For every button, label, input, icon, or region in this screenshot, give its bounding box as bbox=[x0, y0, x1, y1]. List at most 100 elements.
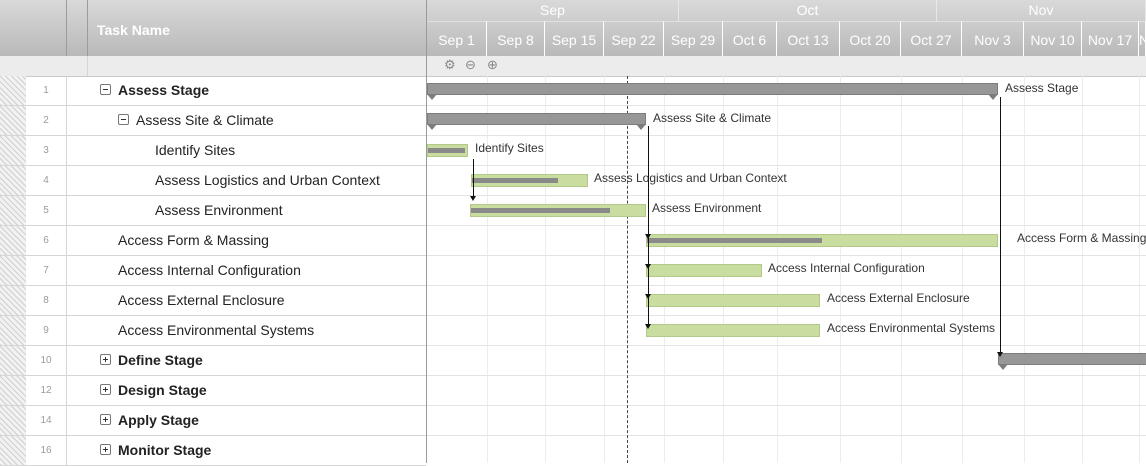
bar-label: Assess Environment bbox=[652, 201, 762, 215]
row-number: 8 bbox=[26, 286, 67, 315]
progress-fill bbox=[472, 178, 559, 183]
summary-bar[interactable] bbox=[998, 353, 1146, 370]
week-header: Sep 22 bbox=[604, 21, 664, 56]
task-name[interactable]: Apply Stage bbox=[118, 406, 199, 435]
task-name[interactable]: Assess Stage bbox=[118, 76, 209, 105]
task-bar[interactable] bbox=[646, 264, 762, 277]
row-drag-handle[interactable] bbox=[0, 226, 26, 255]
gear-icon[interactable]: ⚙ bbox=[444, 57, 456, 73]
month-header: Oct bbox=[679, 0, 937, 21]
row-number: 7 bbox=[26, 256, 67, 285]
bar-label: Assess Site & Climate bbox=[653, 111, 772, 125]
row-gridline bbox=[427, 405, 1146, 406]
row-drag-handle[interactable] bbox=[0, 316, 26, 345]
row-gridline bbox=[427, 285, 1146, 286]
dependency-link bbox=[648, 296, 649, 326]
today-marker bbox=[627, 76, 628, 463]
task-row[interactable]: 4 Assess Logistics and Urban Context bbox=[0, 166, 426, 196]
task-row[interactable]: 3 Identify Sites bbox=[0, 136, 426, 166]
task-name[interactable]: Access External Enclosure bbox=[118, 286, 285, 315]
task-name[interactable]: Identify Sites bbox=[155, 136, 235, 165]
task-row[interactable]: 10 Define Stage bbox=[0, 346, 426, 376]
bar-label: Identify Sites bbox=[475, 141, 544, 155]
task-row[interactable]: 7 Access Internal Configuration bbox=[0, 256, 426, 286]
row-drag-handle[interactable] bbox=[0, 346, 26, 375]
task-name[interactable]: Access Environmental Systems bbox=[118, 316, 314, 345]
progress-fill bbox=[428, 148, 466, 153]
progress-fill bbox=[647, 238, 822, 243]
week-header: Oct 6 bbox=[723, 21, 777, 56]
bar-label: Access Environmental Systems bbox=[827, 321, 996, 335]
row-gridline bbox=[427, 135, 1146, 136]
task-bar[interactable] bbox=[646, 294, 820, 307]
bar-label: Access External Enclosure bbox=[827, 291, 970, 305]
collapse-icon[interactable] bbox=[118, 114, 129, 125]
row-drag-handle[interactable] bbox=[0, 166, 26, 195]
task-row[interactable]: 5 Assess Environment bbox=[0, 196, 426, 226]
expand-icon[interactable] bbox=[100, 414, 111, 425]
task-name[interactable]: Assess Site & Climate bbox=[136, 106, 274, 135]
dependency-arrow bbox=[470, 196, 476, 201]
task-name[interactable]: Assess Logistics and Urban Context bbox=[155, 166, 380, 195]
row-number: 4 bbox=[26, 166, 67, 195]
row-gridline bbox=[427, 375, 1146, 376]
zoom-in-icon[interactable]: ⊕ bbox=[487, 57, 498, 73]
expand-icon[interactable] bbox=[100, 444, 111, 455]
task-row[interactable]: 6 Access Form & Massing bbox=[0, 226, 426, 256]
summary-bar[interactable] bbox=[427, 113, 646, 130]
row-drag-handle[interactable] bbox=[0, 436, 26, 465]
task-bar[interactable] bbox=[427, 144, 468, 157]
row-drag-handle[interactable] bbox=[0, 406, 26, 435]
task-name[interactable]: Assess Environment bbox=[155, 196, 283, 225]
week-header: Sep 1 bbox=[427, 21, 487, 56]
row-gridline bbox=[427, 195, 1146, 196]
zoom-out-icon[interactable]: ⊖ bbox=[465, 57, 476, 73]
row-drag-handle[interactable] bbox=[0, 106, 26, 135]
summary-bar[interactable] bbox=[427, 83, 998, 100]
week-header: N bbox=[1139, 21, 1146, 56]
task-row[interactable]: 2 Assess Site & Climate bbox=[0, 106, 426, 136]
week-header: Sep 8 bbox=[487, 21, 545, 56]
task-row[interactable]: 1 Assess Stage bbox=[0, 76, 426, 106]
timeline-header: Sep Oct Nov Sep 1 Sep 8 Sep 15 Sep 22 Sep 29 Oct… bbox=[427, 0, 1146, 56]
task-name[interactable]: Monitor Stage bbox=[118, 436, 211, 465]
task-name[interactable]: Access Internal Configuration bbox=[118, 256, 301, 285]
row-drag-handle[interactable] bbox=[0, 136, 26, 165]
expand-icon[interactable] bbox=[100, 384, 111, 395]
collapse-icon[interactable] bbox=[100, 84, 111, 95]
row-drag-handle[interactable] bbox=[0, 76, 26, 105]
dependency-arrow bbox=[645, 324, 651, 329]
task-name[interactable]: Design Stage bbox=[118, 376, 207, 405]
task-name-column-header[interactable]: Task Name bbox=[97, 22, 170, 38]
expand-icon[interactable] bbox=[100, 354, 111, 365]
week-header: Oct 27 bbox=[901, 21, 962, 56]
task-row[interactable]: 9 Access Environmental Systems bbox=[0, 316, 426, 346]
dependency-link bbox=[648, 126, 649, 236]
task-bar[interactable] bbox=[470, 204, 646, 217]
task-row[interactable]: 8 Access External Enclosure bbox=[0, 286, 426, 316]
task-row[interactable]: 14 Apply Stage bbox=[0, 406, 426, 436]
task-grid: Task Name 1 Assess Stage 2 Assess Site & Cl… bbox=[0, 0, 427, 466]
task-bar[interactable] bbox=[646, 234, 998, 247]
row-gridline bbox=[427, 435, 1146, 436]
row-number: 9 bbox=[26, 316, 67, 345]
bar-label: Access Internal Configuration bbox=[768, 261, 925, 275]
row-drag-handle[interactable] bbox=[0, 196, 26, 225]
dependency-arrow bbox=[997, 352, 1003, 357]
row-gridline bbox=[427, 105, 1146, 106]
row-drag-handle[interactable] bbox=[0, 376, 26, 405]
week-header: Sep 29 bbox=[664, 21, 723, 56]
task-bar[interactable] bbox=[646, 324, 820, 337]
week-header: Nov 3 bbox=[962, 21, 1024, 56]
row-drag-handle[interactable] bbox=[0, 286, 26, 315]
task-bar[interactable] bbox=[471, 174, 588, 187]
bar-label: Assess Logistics and Urban Context bbox=[594, 171, 787, 185]
row-gridline bbox=[427, 225, 1146, 226]
task-name[interactable]: Access Form & Massing bbox=[118, 226, 269, 255]
row-number: 14 bbox=[26, 406, 67, 435]
grid-header: Task Name bbox=[0, 0, 426, 57]
row-drag-handle[interactable] bbox=[0, 256, 26, 285]
task-row[interactable]: 16 Monitor Stage bbox=[0, 436, 426, 466]
task-name[interactable]: Define Stage bbox=[118, 346, 203, 375]
task-row[interactable]: 12 Design Stage bbox=[0, 376, 426, 406]
